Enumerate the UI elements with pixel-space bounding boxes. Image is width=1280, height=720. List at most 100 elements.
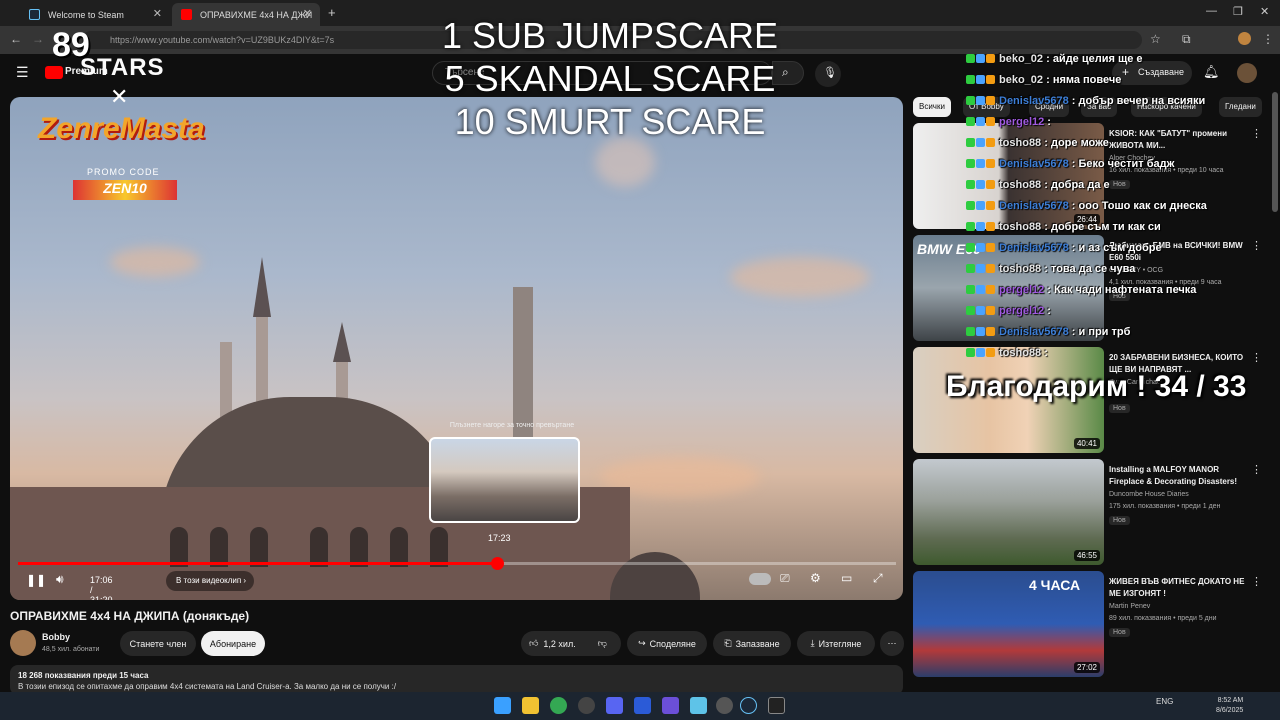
chapter-label: В този видеоклип	[176, 576, 242, 585]
share-button[interactable]: ↪ Споделяне	[627, 631, 707, 656]
chat-separator: :	[1041, 220, 1051, 233]
chat-message: tosho88 : доре може	[966, 132, 1226, 153]
chrome-icon[interactable]	[550, 697, 567, 714]
progress-fill	[18, 562, 497, 565]
window-close-icon[interactable]: ✕	[1260, 5, 1269, 18]
chat-badge-icon	[976, 264, 985, 273]
cloud	[110, 247, 200, 277]
chat-badge-icon	[966, 243, 975, 252]
join-button[interactable]: Станете член	[120, 631, 196, 656]
clock[interactable]: 8:52 AM 8/6/2025	[1216, 696, 1243, 716]
steam-icon[interactable]	[740, 697, 757, 714]
chat-badge-icon	[966, 180, 975, 189]
chat-username: tosho88	[999, 262, 1042, 275]
chat-badge-icon	[966, 201, 975, 210]
list-item[interactable]: 4 ЧАСА 27:02 ЖИВЕЯ ВЪВ ФИТНЕС ДОКАТО НЕ …	[913, 571, 1273, 677]
volume-icon[interactable]: 🔊︎	[56, 572, 64, 587]
channel-name[interactable]: Bobby	[42, 632, 70, 642]
chat-badge-icon	[976, 117, 985, 126]
chat-message: Denislav5678 : и аз съм добре	[966, 237, 1226, 258]
subscribe-button[interactable]: Абониране	[201, 631, 265, 656]
save-label: Запазване	[735, 638, 780, 649]
chat-badge-icon	[986, 348, 995, 357]
autoplay-toggle-icon[interactable]	[749, 573, 771, 585]
more-options-icon[interactable]: ⋮	[1251, 127, 1262, 140]
star-icon[interactable]: ☆	[1150, 32, 1161, 46]
chat-badge-icon	[976, 138, 985, 147]
pause-icon[interactable]: ❚❚	[26, 573, 46, 587]
profile-icon[interactable]	[1238, 32, 1251, 45]
avatar[interactable]	[10, 630, 36, 656]
more-options-icon[interactable]: ⋮	[1251, 351, 1262, 364]
more-options-icon[interactable]: ⋮	[1251, 463, 1262, 476]
hamburger-menu-icon[interactable]: ☰	[16, 64, 29, 81]
miniplayer-icon[interactable]: ▭	[841, 571, 852, 585]
subscriber-count: 48,5 хил. абонати	[42, 646, 100, 653]
youtube-logo-icon[interactable]	[45, 66, 63, 79]
app-grid-icon[interactable]	[662, 697, 679, 714]
scrubber-handle[interactable]	[490, 557, 504, 570]
video-title: ОПРАВИХМЕ 4x4 НА ДЖИПА (донякъде)	[10, 609, 250, 623]
chat-badge-icon	[966, 306, 975, 315]
channel-name[interactable]: Duncombe House Diaries	[1109, 491, 1189, 498]
close-icon[interactable]: ✕	[303, 7, 312, 20]
subtitles-icon[interactable]: ⎚	[780, 571, 790, 586]
account-avatar[interactable]	[1237, 63, 1257, 83]
minimize-icon[interactable]: —	[1206, 5, 1217, 17]
windows-start-icon[interactable]	[494, 697, 511, 714]
tab-steam[interactable]: Welcome to Steam ✕	[20, 3, 170, 26]
stream-logo-word: STARS	[80, 54, 165, 81]
chat-username: Denislav5678	[999, 199, 1069, 212]
save-button[interactable]: ⎗ Запазване	[713, 631, 791, 656]
progress-bar[interactable]	[18, 557, 896, 570]
chat-text: добре съм ти как си	[1050, 220, 1161, 233]
notepad-icon[interactable]	[690, 697, 707, 714]
epic-games-icon[interactable]	[768, 697, 785, 714]
duration-badge: 27:02	[1073, 662, 1100, 673]
video-title[interactable]: Installing a MALFOY MANOR Fireplace & De…	[1109, 464, 1249, 488]
new-tab-button[interactable]: +	[328, 5, 336, 20]
more-options-icon[interactable]: ⋮	[1251, 239, 1262, 252]
like-button[interactable]: 👍︎ 1,2 хил. 👎︎	[521, 631, 621, 656]
chat-text: добра да е	[1050, 178, 1110, 191]
language-indicator[interactable]: ENG	[1156, 697, 1173, 706]
chat-text: доре може	[1050, 136, 1109, 149]
video-thumbnail[interactable]: 4 ЧАСА 27:02	[913, 571, 1104, 677]
more-actions-button[interactable]: ⋯	[880, 631, 904, 656]
duration-badge: 40:41	[1073, 438, 1100, 449]
new-badge: Нов	[1109, 404, 1130, 413]
chat-badge-icon	[976, 285, 985, 294]
tab-youtube[interactable]: ОПРАВИХМЕ 4x4 НА ДЖИ ✕	[172, 3, 320, 26]
video-thumbnail[interactable]: 46:55	[913, 459, 1104, 565]
obs-icon[interactable]	[578, 697, 595, 714]
menu-icon[interactable]: ⋮	[1262, 32, 1274, 46]
chapter-button[interactable]: В този видеоклип ›	[166, 571, 254, 591]
back-icon[interactable]: ←	[10, 32, 22, 46]
discord-icon[interactable]	[606, 697, 623, 714]
chat-text: това да се чува	[1050, 262, 1136, 275]
more-options-icon[interactable]: ⋮	[1251, 575, 1262, 588]
file-explorer-icon[interactable]	[522, 697, 539, 714]
app-icon[interactable]	[634, 697, 651, 714]
settings-gear-icon[interactable]: ⚙	[810, 571, 821, 585]
list-item[interactable]: 46:55 Installing a MALFOY MANOR Fireplac…	[913, 459, 1273, 565]
download-button[interactable]: ⤓ Изтегляне	[797, 631, 875, 656]
description-box[interactable]: 18 268 показвания преди 15 часа В тозии …	[10, 665, 903, 695]
chat-separator: :	[1044, 283, 1055, 296]
chip-all[interactable]: Всички	[913, 97, 951, 117]
extensions-icon[interactable]: ⧉	[1182, 32, 1191, 47]
chat-username: Denislav5678	[999, 157, 1069, 170]
forward-icon[interactable]: →	[32, 32, 44, 46]
maximize-icon[interactable]: ❐	[1233, 5, 1243, 18]
chat-username: Denislav5678	[999, 94, 1069, 107]
channel-name[interactable]: Martin Penev	[1109, 603, 1150, 610]
chat-badge-icon	[966, 348, 975, 357]
settings-icon[interactable]	[716, 697, 733, 714]
subscribe-label: Абониране	[209, 638, 257, 649]
close-icon[interactable]: ✕	[153, 7, 162, 20]
cloud	[595, 137, 655, 187]
video-title[interactable]: ЖИВЕЯ ВЪВ ФИТНЕС ДОКАТО НЕ МЕ ИЗГОНЯТ !	[1109, 576, 1249, 600]
fullscreen-icon[interactable]: ⤢	[873, 571, 883, 586]
thumbs-down-icon[interactable]: 👎︎	[598, 638, 607, 649]
scrollbar[interactable]	[1272, 92, 1278, 212]
